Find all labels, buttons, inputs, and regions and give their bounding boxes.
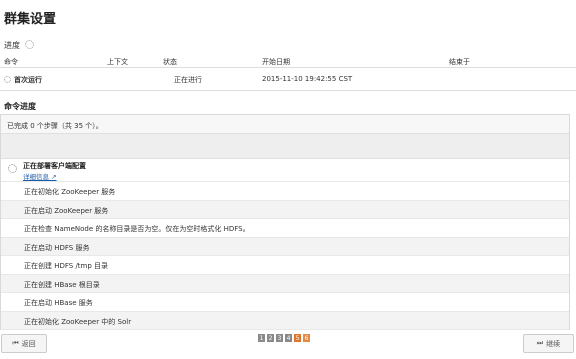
wizard-footer: ⏮ 返回 123456 ⏭ 继续: [0, 330, 576, 359]
progress-bar: [1, 133, 569, 159]
progress-label: 进度: [4, 41, 20, 50]
step-item: 正在初始化 ZooKeeper 中的 Solr: [1, 311, 569, 330]
details-link[interactable]: 详细信息 ↗: [23, 171, 57, 181]
step-item: 正在创建 HBase 根目录: [1, 274, 569, 293]
page-indicator[interactable]: 6: [303, 334, 310, 342]
page-title: 群集设置: [4, 12, 57, 27]
step-spinner-icon: [8, 164, 17, 173]
external-link-icon: ↗: [51, 173, 57, 181]
page-indicator[interactable]: 4: [285, 334, 292, 342]
status-cell: 正在进行: [174, 76, 202, 84]
start-date-cell: 2015-11-10 19:42:55 CST: [262, 75, 353, 83]
column-command[interactable]: 命令: [4, 57, 18, 67]
page-indicator[interactable]: 5: [294, 334, 301, 342]
step-item: 正在初始化 ZooKeeper 服务: [1, 182, 569, 201]
step-item: 正在启动 ZooKeeper 服务: [1, 200, 569, 219]
step-item: 正在创建 HDFS /tmp 目录: [1, 256, 569, 275]
table-row: 首次运行 正在进行 2015-11-10 19:42:55 CST: [0, 68, 576, 91]
page-indicator[interactable]: 3: [276, 334, 283, 342]
step-item: 正在启动 HBase 服务: [1, 293, 569, 312]
table-header: 命令 上下文 状态 开始日期 结束于: [0, 55, 576, 68]
column-end[interactable]: 结束于: [449, 57, 470, 67]
command-name[interactable]: 首次运行: [14, 76, 42, 84]
continue-button[interactable]: ⏭ 继续: [523, 334, 574, 353]
command-progress-panel: 已完成 0 个步骤（共 35 个）。 正在部署客户端配置 详细信息 ↗ 正在初始…: [0, 114, 570, 330]
command-cell[interactable]: 首次运行: [4, 75, 42, 85]
step-item: 正在启动 HDFS 服务: [1, 237, 569, 256]
progress-summary: 已完成 0 个步骤（共 35 个）。: [1, 115, 569, 133]
command-table: 命令 上下文 状态 开始日期 结束于 首次运行 正在进行 2015-11-10 …: [0, 55, 576, 91]
column-status[interactable]: 状态: [163, 57, 177, 67]
loading-spinner-icon: [24, 40, 34, 49]
step-list: 正在初始化 ZooKeeper 服务 正在启动 ZooKeeper 服务 正在检查 …: [1, 182, 569, 330]
back-arrow-icon: ⏮: [12, 339, 19, 347]
command-progress-title: 命令进度: [4, 102, 36, 111]
page-indicator[interactable]: 1: [258, 334, 265, 342]
back-button[interactable]: ⏮ 返回: [1, 334, 47, 353]
continue-arrow-icon: ⏭: [536, 339, 544, 347]
step-pager: 123456: [258, 334, 310, 342]
step-item: 正在检查 NameNode 的名称目录是否为空。仅在为空时格式化 HDFS。: [1, 219, 569, 238]
column-context[interactable]: 上下文: [107, 57, 128, 67]
page-indicator[interactable]: 2: [267, 334, 274, 342]
column-start-date[interactable]: 开始日期: [262, 57, 290, 67]
current-step: 正在部署客户端配置 详细信息 ↗: [1, 159, 569, 182]
progress-heading: 进度: [4, 40, 34, 51]
current-step-label: 正在部署客户端配置: [23, 162, 86, 170]
running-icon: [4, 76, 11, 83]
